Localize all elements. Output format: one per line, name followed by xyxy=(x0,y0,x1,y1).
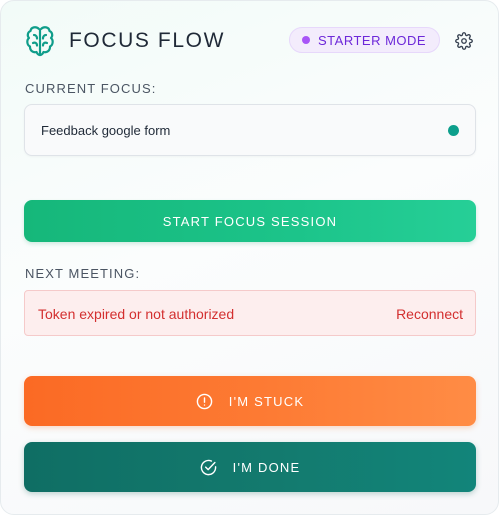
start-focus-session-button[interactable]: START FOCUS SESSION xyxy=(24,200,476,242)
brain-icon xyxy=(26,26,54,57)
mode-badge-label: STARTER MODE xyxy=(318,32,427,48)
current-focus-label: CURRENT FOCUS: xyxy=(25,81,157,96)
start-focus-session-label: START FOCUS SESSION xyxy=(162,213,338,229)
next-meeting-label: NEXT MEETING: xyxy=(25,266,141,281)
current-focus-field[interactable]: Feedback google form xyxy=(24,104,476,156)
focus-flow-panel: FOCUS FLOW STARTER MODE CURRENT FOCUS: F… xyxy=(0,0,499,515)
mode-status-dot xyxy=(302,36,310,44)
im-stuck-label: I'M STUCK xyxy=(228,393,305,409)
im-done-label: I'M DONE xyxy=(232,459,301,475)
reconnect-link[interactable]: Reconnect xyxy=(396,306,463,322)
alert-circle-icon xyxy=(196,393,213,409)
header: FOCUS FLOW STARTER MODE xyxy=(25,23,476,59)
gear-icon[interactable] xyxy=(455,32,473,50)
next-meeting-error: Token expired or not authorized Reconnec… xyxy=(24,290,476,336)
error-message: Token expired or not authorized xyxy=(38,306,235,322)
focus-status-dot xyxy=(448,125,459,136)
mode-badge: STARTER MODE xyxy=(289,27,441,53)
im-stuck-button[interactable]: I'M STUCK xyxy=(24,376,476,426)
current-focus-value: Feedback google form xyxy=(41,123,171,138)
im-done-button[interactable]: I'M DONE xyxy=(24,442,476,492)
check-circle-icon xyxy=(200,459,216,475)
app-title: FOCUS FLOW xyxy=(69,29,225,52)
